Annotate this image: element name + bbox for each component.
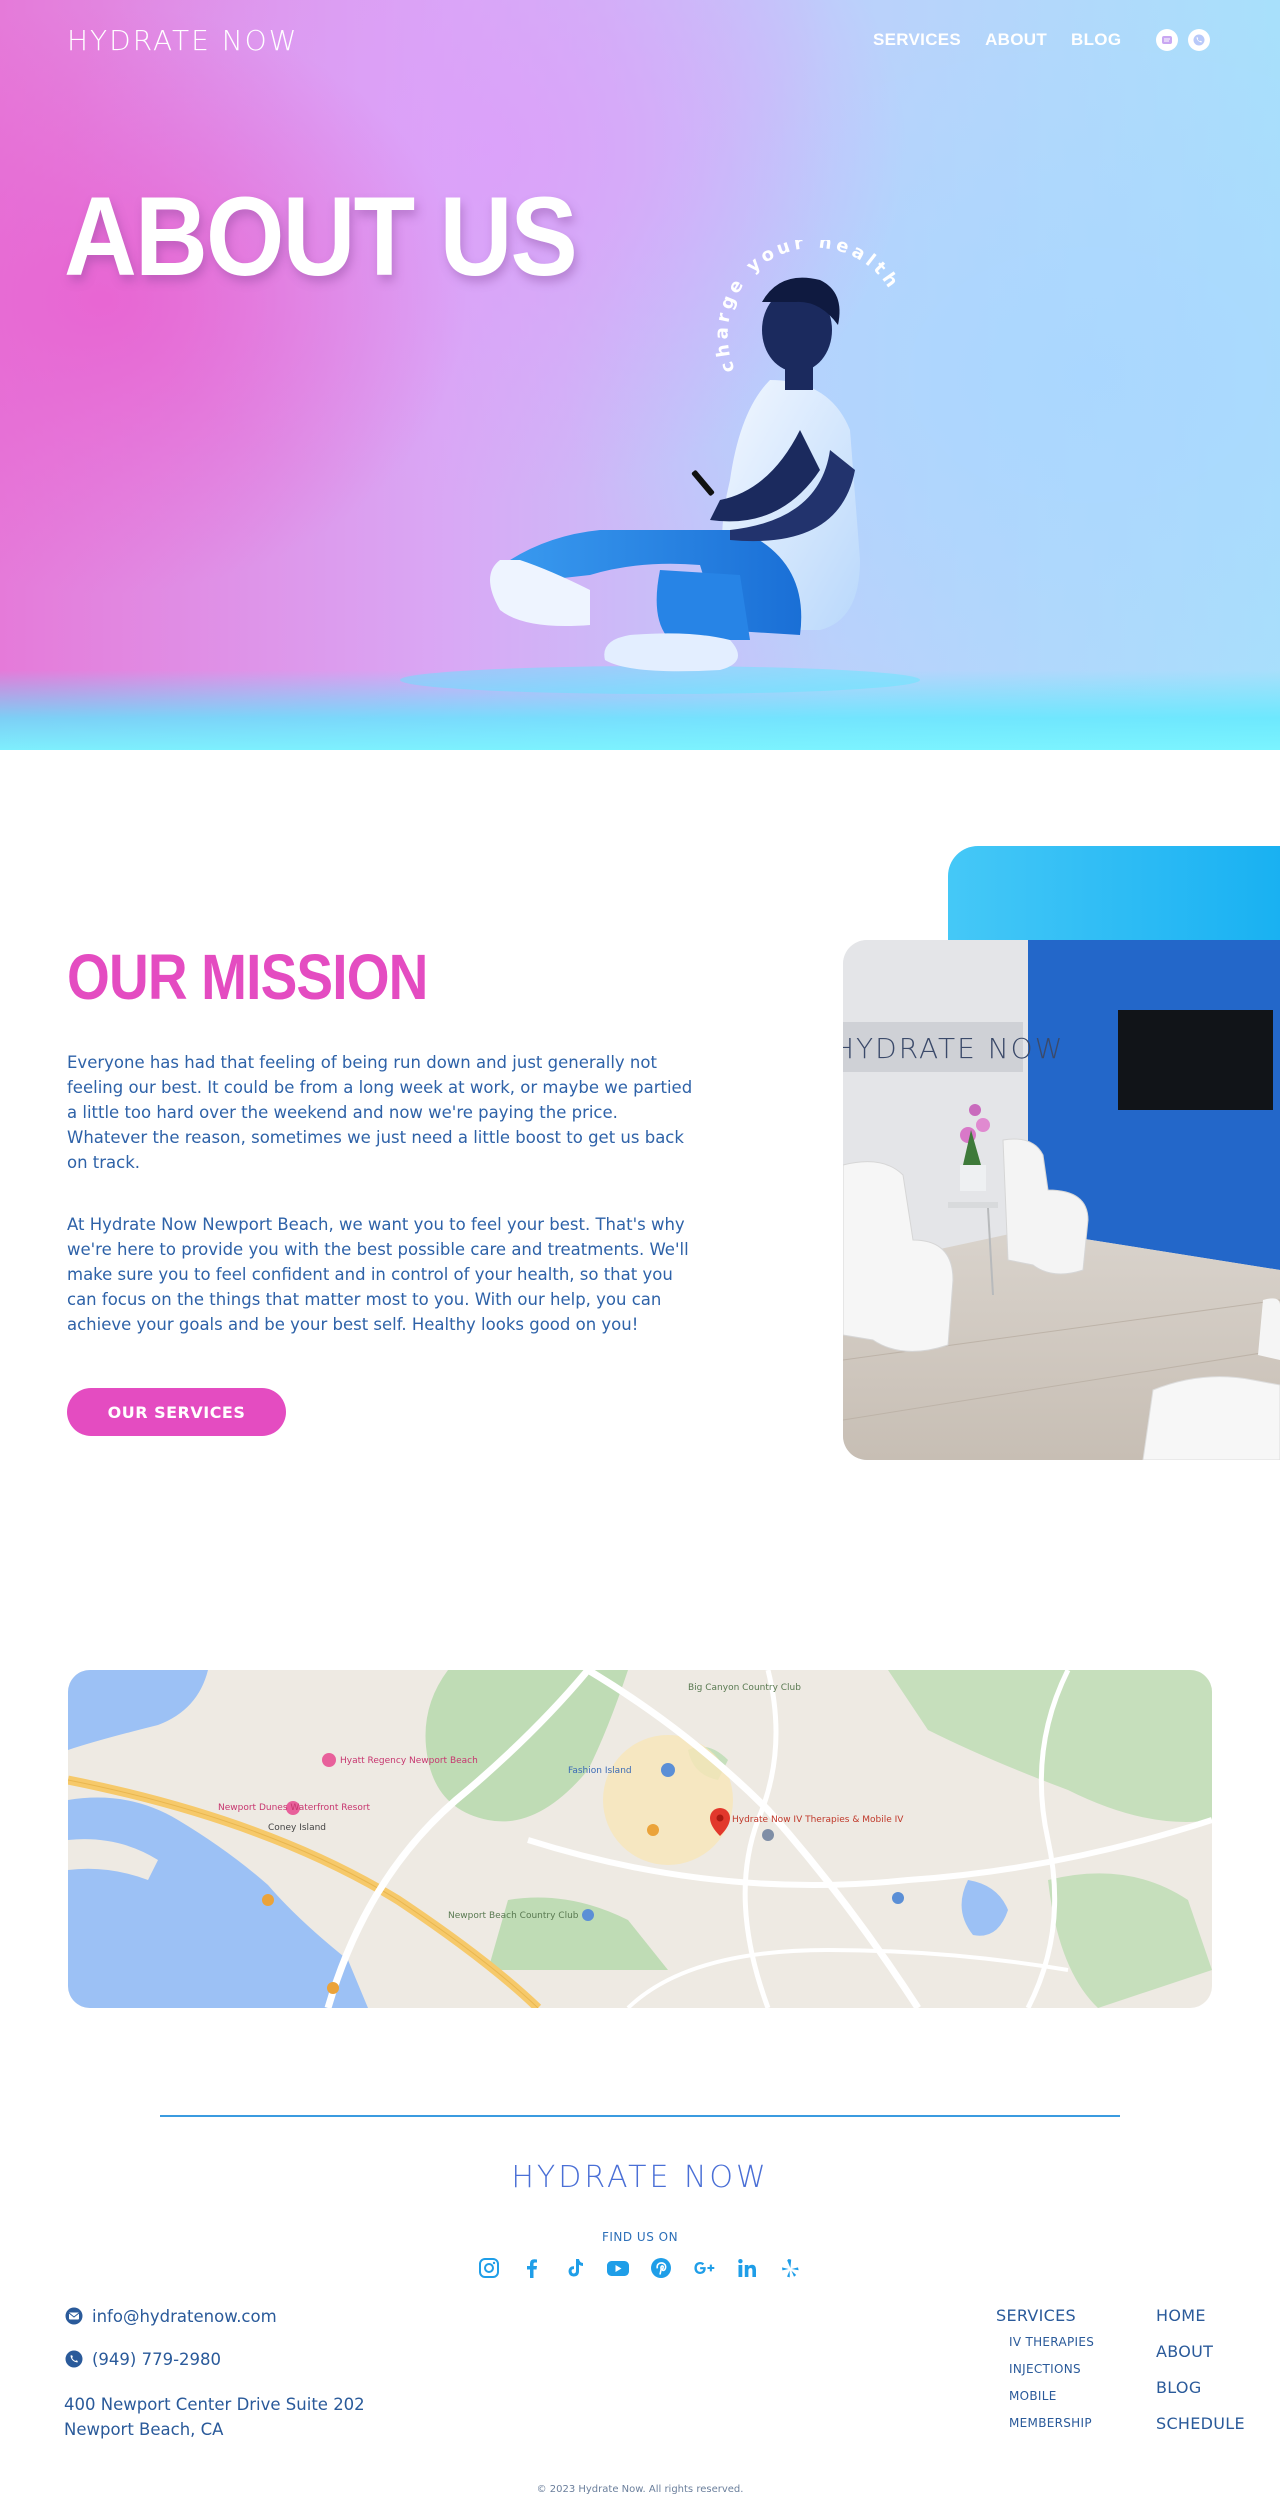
address-line-2: Newport Beach, CA	[64, 2420, 224, 2439]
map-label-hydrate-now: Hydrate Now IV Therapies & Mobile IV	[732, 1815, 904, 1825]
footer-injections-link[interactable]: INJECTIONS	[1009, 2362, 1094, 2389]
instagram-icon[interactable]	[477, 2256, 501, 2280]
copyright-text: © 2023 Hydrate Now. All rights reserved.	[536, 2484, 744, 2495]
footer-phone[interactable]: (949) 779-2980	[64, 2349, 221, 2369]
footer-address: 400 Newport Center Drive Suite 202 Newpo…	[64, 2392, 365, 2442]
find-us-label: FIND US ON	[601, 2230, 679, 2244]
map-label-fashion-island: Fashion Island	[568, 1766, 632, 1776]
footer-home-link[interactable]: HOME	[1156, 2306, 1245, 2342]
phone-text[interactable]: (949) 779-2980	[92, 2350, 221, 2369]
footer-mobile-link[interactable]: MOBILE	[1009, 2389, 1094, 2416]
footer-email[interactable]: info@hydratenow.com	[64, 2306, 277, 2326]
tiktok-icon[interactable]	[563, 2256, 587, 2280]
footer-services-column: SERVICES IV THERAPIES INJECTIONS MOBILE …	[996, 2306, 1094, 2443]
hero-person-illustration	[400, 277, 920, 694]
nav-about-link[interactable]: ABOUT	[985, 30, 1047, 50]
facebook-icon[interactable]	[520, 2256, 544, 2280]
footer-iv-therapies-link[interactable]: IV THERAPIES	[1009, 2335, 1094, 2362]
whatsapp-icon[interactable]	[1188, 29, 1210, 51]
yelp-icon[interactable]	[778, 2256, 802, 2280]
footer-services-link[interactable]: SERVICES	[996, 2306, 1094, 2325]
nav-contact-icons	[1156, 29, 1210, 51]
map-label-country-club: Newport Beach Country Club	[448, 1911, 579, 1921]
google-plus-icon[interactable]	[692, 2256, 716, 2280]
our-services-button[interactable]: OUR SERVICES	[67, 1388, 286, 1436]
sms-icon[interactable]	[1156, 29, 1178, 51]
youtube-icon[interactable]	[606, 2256, 630, 2280]
mission-paragraph-1: Everyone has had that feeling of being r…	[67, 1053, 693, 1172]
email-text[interactable]: info@hydratenow.com	[92, 2307, 277, 2326]
mission-title: OUR MISSION	[67, 941, 428, 1013]
footer-membership-link[interactable]: MEMBERSHIP	[1009, 2416, 1094, 2443]
nav-services-link[interactable]: SERVICES	[873, 30, 961, 50]
location-map[interactable]: Hyatt Regency Newport Beach Newport Dune…	[68, 1670, 1212, 2008]
map-label-big-canyon: Big Canyon Country Club	[688, 1683, 801, 1693]
footer-about-link[interactable]: ABOUT	[1156, 2342, 1245, 2378]
social-icons-row	[477, 2256, 802, 2280]
footer-schedule-link[interactable]: SCHEDULE	[1156, 2414, 1245, 2450]
footer-blog-link[interactable]: BLOG	[1156, 2378, 1245, 2414]
nav-links: SERVICES ABOUT BLOG	[873, 30, 1121, 50]
mission-section: OUR MISSION Everyone has had that feelin…	[0, 750, 1280, 1670]
brand-logo[interactable]: HYDRATE NOW	[67, 24, 298, 57]
footer-divider	[160, 2115, 1120, 2117]
email-icon	[64, 2306, 84, 2326]
map-label-hyatt: Hyatt Regency Newport Beach	[340, 1756, 478, 1766]
map-label-dunes: Newport Dunes Waterfront Resort	[218, 1803, 371, 1813]
footer-brand-logo[interactable]: HYDRATE NOW	[0, 2160, 1280, 2195]
hero-section: HYDRATE NOW SERVICES ABOUT BLOG ABOUT US…	[0, 0, 1280, 750]
pinterest-icon[interactable]	[649, 2256, 673, 2280]
top-nav: HYDRATE NOW SERVICES ABOUT BLOG	[0, 0, 1280, 80]
footer-nav-column: HOME ABOUT BLOG SCHEDULE	[1156, 2306, 1245, 2450]
linkedin-icon[interactable]	[735, 2256, 759, 2280]
address-line-1: 400 Newport Center Drive Suite 202	[64, 2395, 365, 2414]
whatsapp-phone-icon	[64, 2349, 84, 2369]
room-sign-text: HYDRATE NOW	[843, 1032, 1064, 1065]
clinic-room-photo: HYDRATE NOW	[843, 940, 1280, 1460]
nav-blog-link[interactable]: BLOG	[1071, 30, 1121, 50]
map-label-coney-island: Coney Island	[268, 1823, 326, 1833]
mission-paragraph-2: At Hydrate Now Newport Beach, we want yo…	[67, 1215, 689, 1334]
